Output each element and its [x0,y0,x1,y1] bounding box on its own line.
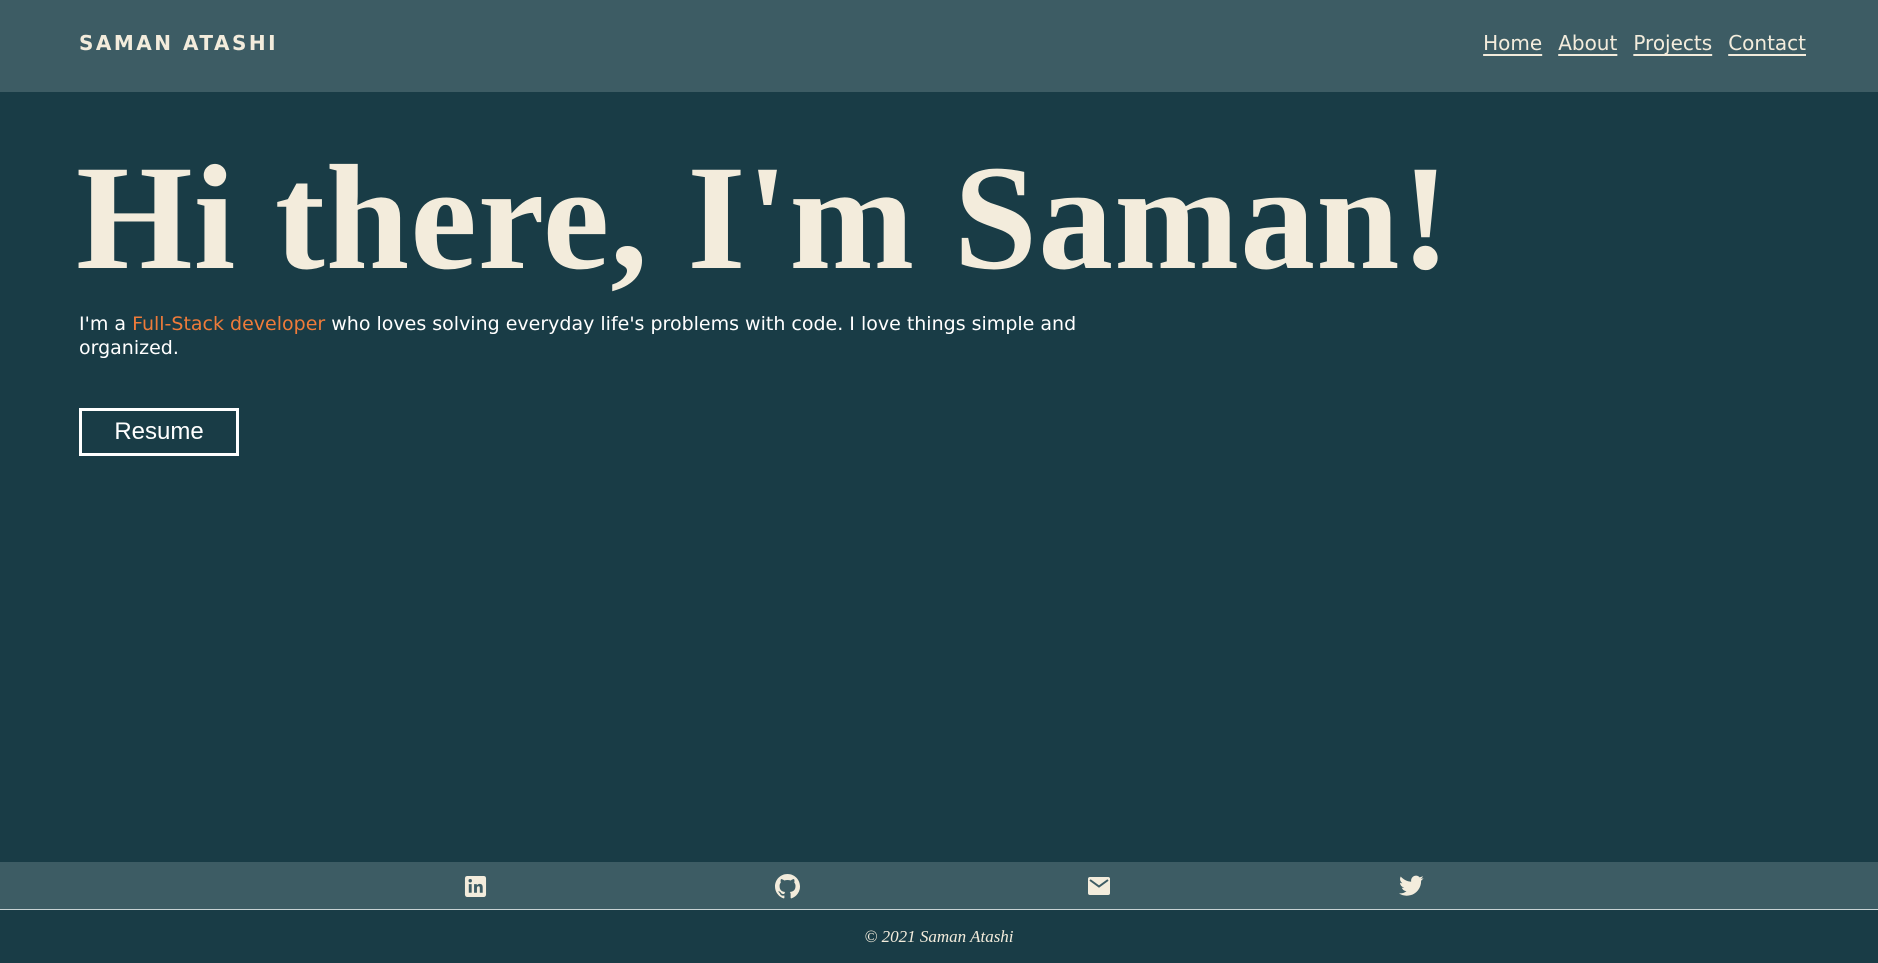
navbar: SAMAN ATASHI Home About Projects Contact [0,0,1878,92]
nav-link-projects[interactable]: Projects [1633,30,1712,56]
role-highlight: Full-Stack developer [132,313,326,335]
linkedin-icon[interactable] [462,873,488,899]
intro-prefix: I'm a [79,313,133,335]
email-icon[interactable] [1086,873,1112,899]
main-nav: Home About Projects Contact [1483,30,1806,56]
social-bar [0,862,1878,910]
copyright-text: © 2021 Saman Atashi [864,927,1014,946]
footer: © 2021 Saman Atashi [0,911,1878,963]
nav-link-home[interactable]: Home [1483,30,1542,56]
nav-link-contact[interactable]: Contact [1728,30,1806,56]
resume-button[interactable]: Resume [79,408,239,456]
github-icon[interactable] [774,873,800,899]
twitter-icon[interactable] [1398,873,1424,899]
intro-text: I'm a Full-Stack developer who loves sol… [79,312,1089,360]
hero-title: Hi there, I'm Saman! [76,135,1452,301]
nav-link-about[interactable]: About [1558,30,1617,56]
site-brand[interactable]: SAMAN ATASHI [79,30,278,56]
